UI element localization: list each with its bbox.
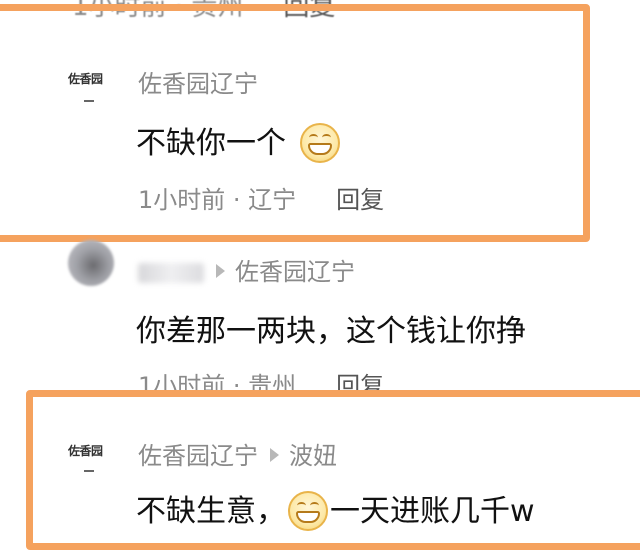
reply-arrow-icon xyxy=(216,264,225,278)
comment2-header: 佐香园辽宁 xyxy=(138,252,355,287)
highlight-box-1 xyxy=(0,4,590,242)
comment3-reply-to[interactable]: 波妞 xyxy=(289,442,337,470)
comment3-content: 不缺生意， 一天进账几千w xyxy=(136,486,535,533)
comment2-text: 你差那一两块，这个钱让你挣 xyxy=(136,314,526,349)
comment3-avatar-dash xyxy=(84,470,94,472)
comment3-text-after: 一天进账几千w xyxy=(330,494,535,529)
comment3-username[interactable]: 佐香园辽宁 xyxy=(138,442,258,470)
comment2-username-blurred[interactable] xyxy=(138,263,204,283)
comment3-avatar[interactable]: 佐香园 xyxy=(68,442,103,459)
comment3-avatar-logo: 佐香园 xyxy=(68,444,103,458)
reply-arrow-icon xyxy=(270,448,279,462)
comment3-header: 佐香园辽宁 波妞 xyxy=(138,436,337,471)
comment2-reply-to[interactable]: 佐香园辽宁 xyxy=(235,258,355,286)
grin-emoji xyxy=(288,490,328,531)
comment2-avatar[interactable] xyxy=(68,240,114,286)
comment3-text-before: 不缺生意， xyxy=(136,494,286,529)
